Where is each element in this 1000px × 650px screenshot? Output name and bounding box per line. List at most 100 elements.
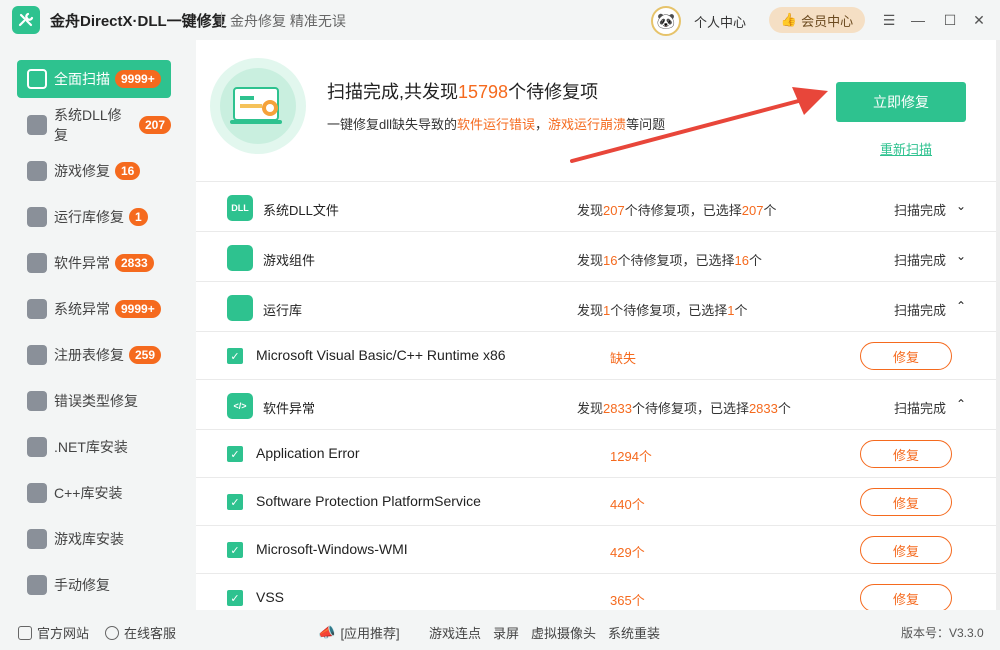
sidebar-item-4[interactable]: 软件异常 2833 [17, 244, 171, 282]
app-recommend-area: 📣 [应用推荐] [318, 623, 400, 642]
minimize-icon[interactable]: — [907, 9, 929, 31]
sidebar-item-label: 系统DLL修复 [54, 107, 122, 143]
issue-value: 365个 [610, 593, 645, 608]
footer: 官方网站 在线客服 📣 [应用推荐] 游戏连点 录屏 虚拟摄像头 系统重装 版本号：V… [0, 610, 1000, 650]
chevron-icon[interactable]: ⌃ [956, 299, 966, 313]
sidebar-item-label: 游戏库安装 [54, 531, 124, 547]
personal-center-link[interactable]: 个人中心 [694, 12, 746, 31]
issue-value: 429个 [610, 545, 645, 560]
repair-button[interactable]: 修复 [860, 342, 952, 370]
warning-icon [27, 391, 47, 411]
issue-row: ✓ Application Error 1294个 修复 [196, 430, 998, 478]
checkbox[interactable]: ✓ [227, 542, 243, 558]
online-support-link[interactable]: 在线客服 [105, 623, 176, 642]
gamepad-icon [227, 245, 253, 271]
vip-center-button[interactable]: 👍 会员中心 [769, 7, 865, 33]
category-row[interactable]: 游戏组件 发现16个待修复项，已选择16个 扫描完成 ⌄ [196, 233, 998, 282]
sidebar-item-10[interactable]: 游戏库安装 [17, 520, 171, 558]
found-count: 2833 [603, 401, 632, 416]
title-divider [221, 12, 222, 28]
headset-icon [105, 625, 119, 640]
checkbox[interactable]: ✓ [227, 446, 243, 462]
dll-icon: DLL [227, 195, 253, 221]
dll-icon [27, 115, 47, 135]
footer-link[interactable]: 游戏连点 [429, 623, 481, 642]
sidebar-item-label: 手动修复 [54, 577, 110, 593]
selected-count: 2833 [748, 401, 778, 416]
recommend-links: 游戏连点 录屏 虚拟摄像头 系统重装 [429, 623, 660, 642]
fix-now-button[interactable]: 立即修复 [836, 82, 966, 122]
scan-summary: 扫描完成,共发现15798个待修复项 一键修复dll缺失导致的软件运行错误，游戏… [196, 40, 998, 182]
main-panel: 扫描完成,共发现15798个待修复项 一键修复dll缺失导致的软件运行错误，游戏… [196, 40, 998, 610]
scan-status: 扫描完成 [894, 203, 947, 218]
sidebar-item-7[interactable]: 错误类型修复 [17, 382, 171, 420]
issue-name: Application Error [256, 445, 360, 461]
scan-icon [27, 69, 47, 89]
issue-row: ✓ Microsoft-Windows-WMI 429个 修复 [196, 526, 998, 574]
chevron-icon[interactable]: ⌃ [956, 397, 966, 411]
sidebar-item-0[interactable]: 全面扫描 9999+ [17, 60, 171, 98]
checkbox[interactable]: ✓ [227, 494, 243, 510]
scan-result-illustration-icon [210, 58, 306, 154]
found-mid: 个待修复项，已选择 [624, 203, 742, 218]
rescan-link[interactable]: 重新扫描 [880, 139, 932, 158]
scrollbar[interactable] [996, 40, 1000, 610]
sidebar-item-5[interactable]: 系统异常 9999+ [17, 290, 171, 328]
issue-value: 1294个 [610, 449, 652, 464]
cpp-icon [27, 483, 47, 503]
menu-icon[interactable]: ☰ [878, 9, 900, 31]
found-prefix: 发现 [577, 253, 604, 268]
pointer-arrow-icon [570, 87, 828, 163]
total-issue-count: 15798 [458, 82, 509, 102]
sidebar-item-2[interactable]: 游戏修复 16 [17, 152, 171, 190]
official-website-link[interactable]: 官方网站 [18, 623, 89, 642]
repair-button[interactable]: 修复 [860, 536, 952, 564]
sidebar-item-9[interactable]: C++库安装 [17, 474, 171, 512]
footer-link[interactable]: 录屏 [493, 623, 519, 642]
count-badge: 9999+ [115, 300, 161, 318]
registry-icon [27, 345, 47, 365]
checkbox[interactable]: ✓ [227, 348, 243, 364]
repair-button[interactable]: 修复 [860, 488, 952, 516]
sidebar: 全面扫描 9999+ 系统DLL修复 207 游戏修复 16 运行库修复 1 软件异常 2833 系… [0, 40, 188, 610]
found-count: 16 [603, 253, 618, 268]
sidebar-item-11[interactable]: 手动修复 [17, 566, 171, 604]
megaphone-icon: 📣 [318, 624, 336, 640]
sidebar-item-6[interactable]: 注册表修复 259 [17, 336, 171, 374]
sidebar-item-label: 运行库修复 [54, 209, 124, 225]
footer-link[interactable]: 虚拟摄像头 [531, 623, 596, 642]
sidebar-item-8[interactable]: .NET库安装 [17, 428, 171, 466]
chevron-icon[interactable]: ⌄ [956, 249, 966, 263]
selected-count: 16 [734, 253, 749, 268]
sidebar-item-label: 游戏修复 [54, 163, 110, 179]
category-found-summary: 发现207个待修复项，已选择207个 [577, 200, 776, 219]
selected-count: 207 [741, 203, 764, 218]
category-row[interactable]: DLL 系统DLL文件 发现207个待修复项，已选择207个 扫描完成 ⌄ [196, 183, 998, 232]
repair-button[interactable]: 修复 [860, 440, 952, 468]
count-badge: 2833 [115, 254, 154, 272]
found-prefix: 发现 [577, 303, 604, 318]
found-prefix: 发现 [577, 203, 604, 218]
chevron-icon[interactable]: ⌄ [956, 199, 966, 213]
gamepad-icon [27, 161, 47, 181]
category-name: 运行库 [263, 303, 303, 318]
avatar[interactable]: 🐼 [651, 6, 681, 36]
app-slogan: 金舟修复 精准无误 [230, 13, 346, 29]
sidebar-item-3[interactable]: 运行库修复 1 [17, 198, 171, 236]
close-icon[interactable]: ✕ [968, 9, 990, 31]
thumbs-up-icon: 👍 [780, 12, 798, 27]
maximize-icon[interactable]: ☐ [939, 9, 961, 31]
repair-button[interactable]: 修复 [860, 584, 952, 610]
version-label: 版本号：V3.3.0 [901, 626, 984, 640]
category-row[interactable]: </> 软件异常 发现2833个待修复项，已选择2833个 扫描完成 ⌃ [196, 381, 998, 430]
issue-value: 440个 [610, 497, 645, 512]
issue-name: VSS [256, 589, 285, 605]
category-name: 系统DLL文件 [263, 203, 339, 218]
wrench-icon [27, 575, 47, 595]
sidebar-item-1[interactable]: 系统DLL修复 207 [17, 106, 171, 144]
footer-link[interactable]: 系统重装 [608, 623, 660, 642]
selected-count: 1 [727, 303, 735, 318]
scan-status: 扫描完成 [894, 303, 947, 318]
category-row[interactable]: 运行库 发现1个待修复项，已选择1个 扫描完成 ⌃ [196, 283, 998, 332]
checkbox[interactable]: ✓ [227, 590, 243, 606]
